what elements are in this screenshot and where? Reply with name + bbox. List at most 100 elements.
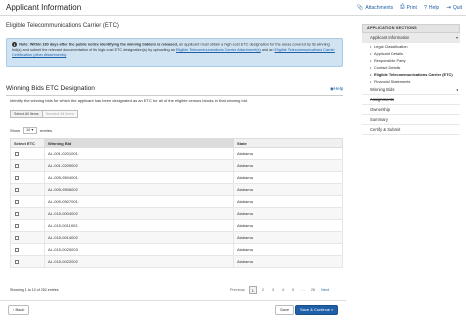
select-etc-cell: [10, 159, 45, 172]
winning-bid-cell: AL-015-0022002: [44, 255, 234, 268]
winning-bid-cell: AL-015-0011003: [44, 219, 234, 232]
winning-bid-cell: AL-005-9506002: [44, 183, 234, 196]
sidebar-item-label: Assignments: [370, 97, 394, 102]
printer-icon: ⎙: [400, 4, 405, 10]
length-menu: Show 10 ▾ entries: [10, 127, 52, 134]
state-cell: Alabama: [233, 243, 343, 256]
exit-icon: ⇥: [446, 4, 451, 11]
select-etc-checkbox[interactable]: [15, 259, 19, 264]
state-cell: Alabama: [233, 159, 343, 172]
sidebar-subitem[interactable]: • Contact Details: [362, 64, 460, 71]
pagination: Previous 1 2 3 4 5 … 26 Next: [228, 286, 331, 294]
table-row: AL-015-0011003 Alabama: [10, 219, 343, 232]
select-etc-checkbox[interactable]: [15, 247, 19, 252]
save-continue-button[interactable]: Save & Continue »: [295, 305, 339, 315]
sidebar-subitem[interactable]: • Financial Statements: [362, 78, 460, 85]
length-suffix: entries: [40, 128, 53, 133]
select-etc-cell: [10, 183, 45, 196]
sidebar-item-label: Ownership: [370, 107, 391, 112]
deselect-all-button[interactable]: Deselect All Items: [42, 110, 79, 118]
page-3-button[interactable]: 3: [269, 286, 277, 294]
state-cell: Alabama: [233, 207, 343, 220]
page-1-button[interactable]: 1: [248, 286, 257, 294]
select-etc-cell: [10, 171, 45, 184]
attachments-link[interactable]: 📎 Attachments: [357, 4, 394, 11]
select-etc-checkbox[interactable]: [15, 223, 19, 228]
section-title: Winning Bids ETC Designation: [6, 85, 95, 92]
print-link[interactable]: ⎙ Print: [400, 4, 417, 11]
header-state[interactable]: State: [233, 138, 343, 148]
section-description: Identify the winning bids for which the …: [10, 98, 248, 103]
select-etc-checkbox[interactable]: [15, 151, 19, 156]
sidebar-subitem-label: Eligible Telecommunications Carrier (ETC…: [374, 72, 453, 77]
quit-link[interactable]: ⇥ Quit: [446, 4, 462, 11]
section-divider: [6, 95, 343, 96]
sidebar-item[interactable]: Certify & Submit: [362, 125, 460, 135]
bullet-icon: •: [370, 58, 372, 63]
info-icon: i: [12, 42, 17, 47]
page-2-button[interactable]: 2: [259, 286, 267, 294]
select-etc-cell: [10, 219, 45, 232]
previous-button[interactable]: Previous: [228, 286, 247, 294]
sidebar-item[interactable]: Ownership: [362, 105, 460, 115]
sidebar-subitem-label: Applicant Details: [374, 51, 403, 56]
select-etc-checkbox[interactable]: [15, 211, 19, 216]
page-4-button[interactable]: 4: [279, 286, 287, 294]
select-etc-checkbox[interactable]: [15, 199, 19, 204]
table-row: AL-001-0201001 Alabama: [10, 147, 343, 160]
state-cell: Alabama: [233, 219, 343, 232]
sidebar-subitem[interactable]: • Legal Classification: [362, 43, 460, 50]
bullet-icon: •: [370, 72, 372, 77]
table-row: AL-015-0004002 Alabama: [10, 207, 343, 220]
select-etc-checkbox[interactable]: [15, 235, 19, 240]
select-etc-checkbox[interactable]: [15, 187, 19, 192]
state-cell: Alabama: [233, 231, 343, 244]
select-etc-checkbox[interactable]: [15, 163, 19, 168]
winning-bid-cell: AL-005-9504001: [44, 171, 234, 184]
page-26-button[interactable]: 26: [309, 286, 317, 294]
page-5-button[interactable]: 5: [289, 286, 297, 294]
state-cell: Alabama: [233, 147, 343, 160]
top-bar: Applicant Information 📎 Attachments ⎙ Prin…: [0, 0, 466, 16]
sidebar-subitem[interactable]: • Responsible Party: [362, 57, 460, 64]
sidebar-item[interactable]: Applicant Information ▾: [362, 33, 460, 43]
length-prefix: Show: [10, 128, 21, 133]
bullet-icon: •: [370, 51, 372, 56]
header-select-etc[interactable]: Select ETC: [10, 138, 45, 148]
entries-value: 10: [26, 128, 31, 132]
select-all-button[interactable]: Select All Items: [10, 110, 43, 118]
header-winning-bid[interactable]: Winning Bid: [44, 138, 234, 148]
sidebar-subitem[interactable]: • Eligible Telecommunications Carrier (ET…: [362, 71, 460, 78]
select-etc-checkbox[interactable]: [15, 175, 19, 180]
table-row: AL-015-0014002 Alabama: [10, 231, 343, 244]
print-label: Print: [406, 4, 417, 11]
sidebar-subitem-label: Legal Classification: [374, 44, 408, 49]
help-link[interactable]: ? Help: [424, 4, 439, 11]
back-button[interactable]: ‹ Back: [8, 305, 30, 315]
page-numbers: 1 2 3 4 5 … 26: [248, 286, 317, 294]
winning-bid-cell: AL-015-0004002: [44, 207, 234, 220]
next-button[interactable]: Next: [319, 286, 331, 294]
section-help-label: Help: [333, 86, 344, 91]
sidebar-item-label: Summary: [370, 117, 388, 122]
table-row: AL-009-0507001 Alabama: [10, 195, 343, 208]
sidebar-list: Applicant Information ▾ • Legal Classificat…: [362, 33, 460, 135]
state-cell: Alabama: [233, 255, 343, 268]
sidebar-item[interactable]: Summary: [362, 115, 460, 125]
select-etc-cell: [10, 195, 45, 208]
help-label: Help: [428, 4, 440, 11]
quit-label: Quit: [452, 4, 462, 11]
section-help-link[interactable]: ◉Help: [330, 86, 343, 92]
state-cell: Alabama: [233, 195, 343, 208]
chevron-down-icon: ▾: [455, 35, 458, 40]
sidebar-subitem-label: Contact Details: [374, 65, 401, 70]
table-row: AL-005-9506002 Alabama: [10, 183, 343, 196]
state-cell: Alabama: [233, 171, 343, 184]
sidebar-item[interactable]: Winning Bids ◂: [362, 85, 460, 95]
etc-attachment-link[interactable]: Eligible Telecommunications Carrier Atta…: [176, 48, 261, 52]
sidebar-subitem[interactable]: • Applicant Details: [362, 50, 460, 57]
select-etc-cell: [10, 255, 45, 268]
save-button[interactable]: Save: [275, 305, 295, 315]
sidebar-item[interactable]: Assignments: [362, 95, 460, 105]
entries-select[interactable]: 10 ▾: [23, 127, 38, 134]
